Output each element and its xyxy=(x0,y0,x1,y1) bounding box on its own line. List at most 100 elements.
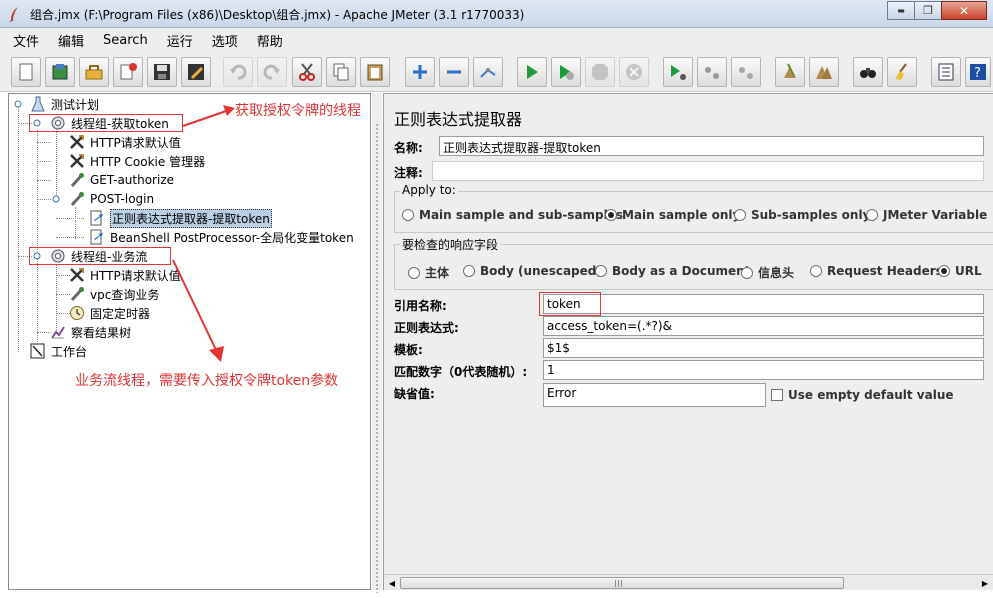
undo-button[interactable] xyxy=(223,57,253,87)
stop-button[interactable] xyxy=(585,57,615,87)
save-icon xyxy=(154,64,170,80)
tree-item-beanshell-postprocessor[interactable]: BeanShell PostProcessor-全局化变量token xyxy=(88,228,354,246)
horizontal-scrollbar[interactable]: ◀ ▶ xyxy=(384,574,993,590)
default-value-field[interactable]: Error xyxy=(543,383,766,407)
close-file-button[interactable] xyxy=(113,57,143,87)
new-button[interactable] xyxy=(11,57,41,87)
window-title-bar: 组合.jmx (F:\Program Files (x86)\Desktop\组… xyxy=(0,0,993,28)
scrollbar-thumb[interactable] xyxy=(400,577,844,589)
tree-item-regex-extractor[interactable]: 正则表达式提取器-提取token xyxy=(88,208,272,228)
reset-search-button[interactable] xyxy=(887,57,917,87)
scroll-left-arrow-icon[interactable]: ◀ xyxy=(385,576,399,590)
remote-start-icon xyxy=(671,65,686,80)
start-button[interactable] xyxy=(517,57,547,87)
scroll-right-arrow-icon[interactable]: ▶ xyxy=(978,576,992,590)
tree-item-test-plan[interactable]: 测试计划 xyxy=(29,95,99,113)
radio-body-as-document[interactable]: Body as a Document xyxy=(595,264,750,278)
search-button[interactable] xyxy=(853,57,883,87)
jmeter-feather-icon xyxy=(9,7,18,22)
copy-button[interactable] xyxy=(326,57,356,87)
radio-label: Main sample only xyxy=(622,208,741,222)
template-field[interactable]: $1$ xyxy=(543,338,984,358)
tree-item-label: POST-login xyxy=(90,192,155,206)
menu-run[interactable]: 运行 xyxy=(161,31,199,50)
tree-item-http-defaults-1[interactable]: HTTP请求默认值 xyxy=(68,133,181,151)
open-button[interactable] xyxy=(79,57,109,87)
use-empty-default-checkbox[interactable]: Use empty default value xyxy=(771,388,954,402)
sampler-icon xyxy=(68,172,86,188)
shutdown-button[interactable] xyxy=(619,57,649,87)
toggle-button[interactable] xyxy=(473,57,503,87)
close-window-button[interactable]: ✕ xyxy=(941,1,987,20)
radio-dot xyxy=(463,265,475,277)
radio-body-unescaped[interactable]: Body (unescaped) xyxy=(463,264,602,278)
regex-field[interactable]: access_token=(.*?)& xyxy=(543,316,984,336)
menu-options[interactable]: 选项 xyxy=(206,31,244,50)
minimize-button[interactable]: ▬ xyxy=(887,1,915,20)
ref-name-field[interactable]: token xyxy=(543,294,984,314)
radio-label: Sub-samples only xyxy=(751,208,871,222)
test-plan-tree[interactable]: 测试计划 线程组-获取token HTTP请求默认值 HTTP Cookie 管… xyxy=(8,93,371,590)
config-element-icon xyxy=(68,267,86,283)
help-button[interactable]: ? xyxy=(965,57,991,87)
expand-all-button[interactable] xyxy=(405,57,435,87)
paste-button[interactable] xyxy=(360,57,390,87)
clear-all-button[interactable] xyxy=(809,57,839,87)
radio-body[interactable]: 主体 xyxy=(408,264,449,281)
radio-headers[interactable]: 信息头 xyxy=(741,264,794,281)
config-element-icon xyxy=(68,134,86,150)
ref-name-label: 引用名称: xyxy=(394,299,447,313)
menu-help[interactable]: 帮助 xyxy=(251,31,289,50)
collapse-all-button[interactable] xyxy=(439,57,469,87)
tree-item-label: HTTP Cookie 管理器 xyxy=(90,154,206,169)
match-no-field[interactable]: 1 xyxy=(543,360,984,380)
templates-icon xyxy=(52,64,68,80)
remote-stop-button[interactable] xyxy=(697,57,727,87)
clear-all-icon xyxy=(816,66,832,79)
save-as-icon xyxy=(188,64,204,80)
tree-item-cookie-manager[interactable]: HTTP Cookie 管理器 xyxy=(68,152,205,170)
radio-jmeter-variable[interactable]: JMeter Variable xyxy=(866,208,987,222)
save-as-button[interactable] xyxy=(181,57,211,87)
function-helper-button[interactable] xyxy=(931,57,961,87)
templates-button[interactable] xyxy=(45,57,75,87)
comment-field[interactable] xyxy=(432,161,984,181)
radio-request-headers[interactable]: Request Headers xyxy=(810,264,943,278)
clear-button[interactable] xyxy=(775,57,805,87)
start-no-timers-button[interactable] xyxy=(551,57,581,87)
cut-button[interactable] xyxy=(292,57,322,87)
tree-item-post-login[interactable]: POST-login xyxy=(68,190,154,208)
tree-item-constant-timer[interactable]: 固定定时器 xyxy=(68,304,150,322)
tree-item-vpc-query[interactable]: vpc查询业务 xyxy=(68,285,159,303)
redo-button[interactable] xyxy=(257,57,287,87)
tree-item-view-results-tree[interactable]: 察看结果树 xyxy=(49,323,131,341)
remote-shutdown-button[interactable] xyxy=(731,57,761,87)
radio-dot xyxy=(734,209,746,221)
radio-label: URL xyxy=(955,264,982,278)
menu-file[interactable]: 文件 xyxy=(7,31,45,50)
annotation-box-token-group xyxy=(29,114,183,132)
menu-edit[interactable]: 编辑 xyxy=(52,31,90,50)
regex-label: 正则表达式: xyxy=(394,321,459,335)
radio-main-only[interactable]: Main sample only xyxy=(605,208,740,222)
menu-search[interactable]: Search xyxy=(97,33,154,48)
tree-item-get-authorize[interactable]: GET-authorize xyxy=(68,171,174,189)
panel-title: 正则表达式提取器 xyxy=(394,110,523,129)
radio-sub-only[interactable]: Sub-samples only xyxy=(734,208,870,222)
split-pane-divider[interactable] xyxy=(372,93,382,593)
remote-start-button[interactable] xyxy=(663,57,693,87)
tree-toggle-test-plan[interactable] xyxy=(14,100,22,108)
undo-icon xyxy=(230,64,247,80)
tree-item-http-defaults-2[interactable]: HTTP请求默认值 xyxy=(68,266,181,284)
radio-main-and-sub[interactable]: Main sample and sub-samples xyxy=(402,208,623,222)
save-button[interactable] xyxy=(147,57,177,87)
shutdown-icon xyxy=(626,64,642,80)
radio-url[interactable]: URL xyxy=(938,264,982,278)
tree-toggle-post-login[interactable] xyxy=(52,195,60,203)
maximize-button[interactable]: ❐ xyxy=(914,1,942,20)
tree-item-label: HTTP请求默认值 xyxy=(90,135,181,150)
tree-item-workbench[interactable]: 工作台 xyxy=(29,342,87,360)
remote-stop-icon xyxy=(705,67,719,79)
name-field[interactable]: 正则表达式提取器-提取token xyxy=(439,136,984,156)
radio-dot xyxy=(595,265,607,277)
